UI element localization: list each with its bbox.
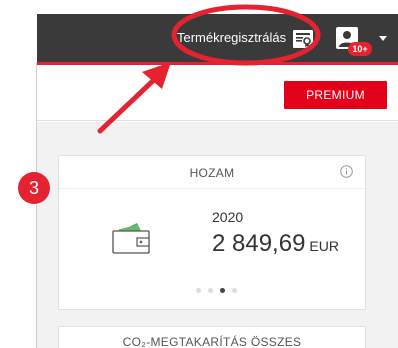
co2-savings-card: CO₂-MEGTAKARÍTÁS ÖSSZES [58,326,366,348]
yield-card: HOZAM 2020 2 849,69 EUR [58,155,366,310]
carousel-dot[interactable] [208,288,213,293]
carousel-dot-active[interactable] [220,288,225,293]
info-icon[interactable] [340,165,353,178]
step-number-badge: 3 [18,172,50,204]
product-registration-link[interactable]: Termékregisztrálás [177,30,286,45]
yield-currency: EUR [309,238,339,254]
certificate-icon[interactable] [292,29,314,49]
carousel-pagination [196,288,237,293]
notification-badge: 10+ [348,42,372,56]
card-divider [59,188,365,189]
yield-amount: 2 849,69 EUR [212,230,339,258]
premium-button[interactable]: PREMIUM [284,81,387,109]
yield-amount-value: 2 849,69 [212,230,306,257]
yield-year: 2020 [212,209,244,225]
yield-card-title: HOZAM [189,166,235,180]
carousel-dot[interactable] [232,288,237,293]
co2-card-title: CO₂-MEGTAKARÍTÁS ÖSSZES [122,335,302,348]
carousel-dot[interactable] [196,288,201,293]
wallet-icon [111,221,155,255]
chevron-down-icon[interactable] [379,36,387,41]
